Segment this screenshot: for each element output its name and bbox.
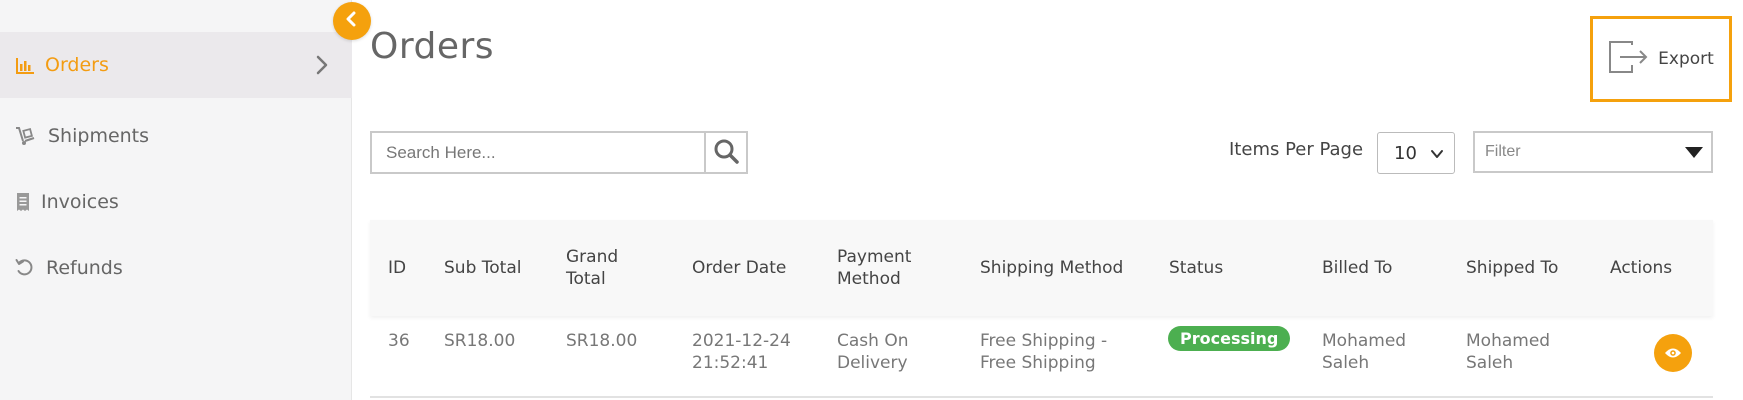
items-per-page-value: 10 <box>1394 142 1417 164</box>
page-title: Orders <box>370 26 495 67</box>
column-header: Sub Total <box>444 258 522 278</box>
table-header: ID Sub Total Grand Total Order Date Paym… <box>370 220 1713 316</box>
sidebar-item-label: Orders <box>45 54 109 76</box>
export-icon <box>1608 41 1650 77</box>
chevron-right-icon <box>312 55 332 75</box>
column-header: Billed To <box>1322 258 1393 278</box>
column-header: Actions <box>1610 258 1673 278</box>
receipt-icon <box>12 191 34 213</box>
status-badge: Processing <box>1168 326 1291 351</box>
cell-shipped-to: Mohamed Saleh <box>1466 331 1551 373</box>
column-header: Grand Total <box>566 247 619 289</box>
cell-payment-method: Cash On Delivery <box>837 331 909 373</box>
view-order-button[interactable] <box>1654 334 1692 372</box>
table-row[interactable]: 36 SR18.00 SR18.00 2021-12-24 21:52:41 C… <box>370 316 1713 398</box>
items-per-page-select[interactable]: 10 <box>1377 132 1455 174</box>
export-label: Export <box>1658 49 1714 69</box>
dolly-icon <box>14 125 36 147</box>
search-icon <box>713 138 739 168</box>
sidebar-collapse-button[interactable] <box>333 2 371 40</box>
cell-grand-total: SR18.00 <box>566 331 638 351</box>
chart-icon <box>14 54 36 76</box>
cell-shipping-method: Free Shipping - Free Shipping <box>980 331 1108 373</box>
items-per-page-label: Items Per Page <box>1229 139 1364 160</box>
search-box <box>370 131 748 174</box>
column-header: ID <box>388 258 407 278</box>
column-header: Shipping Method <box>980 258 1124 278</box>
orders-table: ID Sub Total Grand Total Order Date Paym… <box>370 220 1713 398</box>
sidebar-item-orders[interactable]: Orders <box>0 32 352 98</box>
search-button[interactable] <box>704 133 746 172</box>
chevron-down-icon <box>1430 145 1444 166</box>
sidebar: Orders Shipments Invoices Refunds <box>0 0 352 400</box>
cell-billed-to: Mohamed Saleh <box>1322 331 1407 373</box>
undo-icon <box>14 257 36 279</box>
filter-dropdown[interactable]: Filter <box>1473 131 1713 173</box>
cell-sub-total: SR18.00 <box>444 331 516 351</box>
filter-placeholder: Filter <box>1485 143 1521 160</box>
column-header: Status <box>1169 258 1224 278</box>
sidebar-item-shipments[interactable]: Shipments <box>0 103 352 169</box>
column-header: Payment Method <box>837 247 912 289</box>
sidebar-item-refunds[interactable]: Refunds <box>0 235 352 301</box>
caret-down-icon <box>1685 147 1703 158</box>
column-header: Order Date <box>692 258 787 278</box>
sidebar-item-invoices[interactable]: Invoices <box>0 169 352 235</box>
export-button[interactable]: Export <box>1590 16 1732 102</box>
eye-icon <box>1664 344 1682 363</box>
sidebar-item-label: Refunds <box>46 257 123 279</box>
search-input[interactable] <box>372 133 704 172</box>
sidebar-item-label: Shipments <box>48 125 150 147</box>
cell-id: 36 <box>388 331 410 351</box>
sidebar-item-label: Invoices <box>41 191 119 213</box>
chevron-left-icon <box>345 11 359 31</box>
cell-order-date: 2021-12-24 21:52:41 <box>692 331 791 373</box>
column-header: Shipped To <box>1466 258 1559 278</box>
